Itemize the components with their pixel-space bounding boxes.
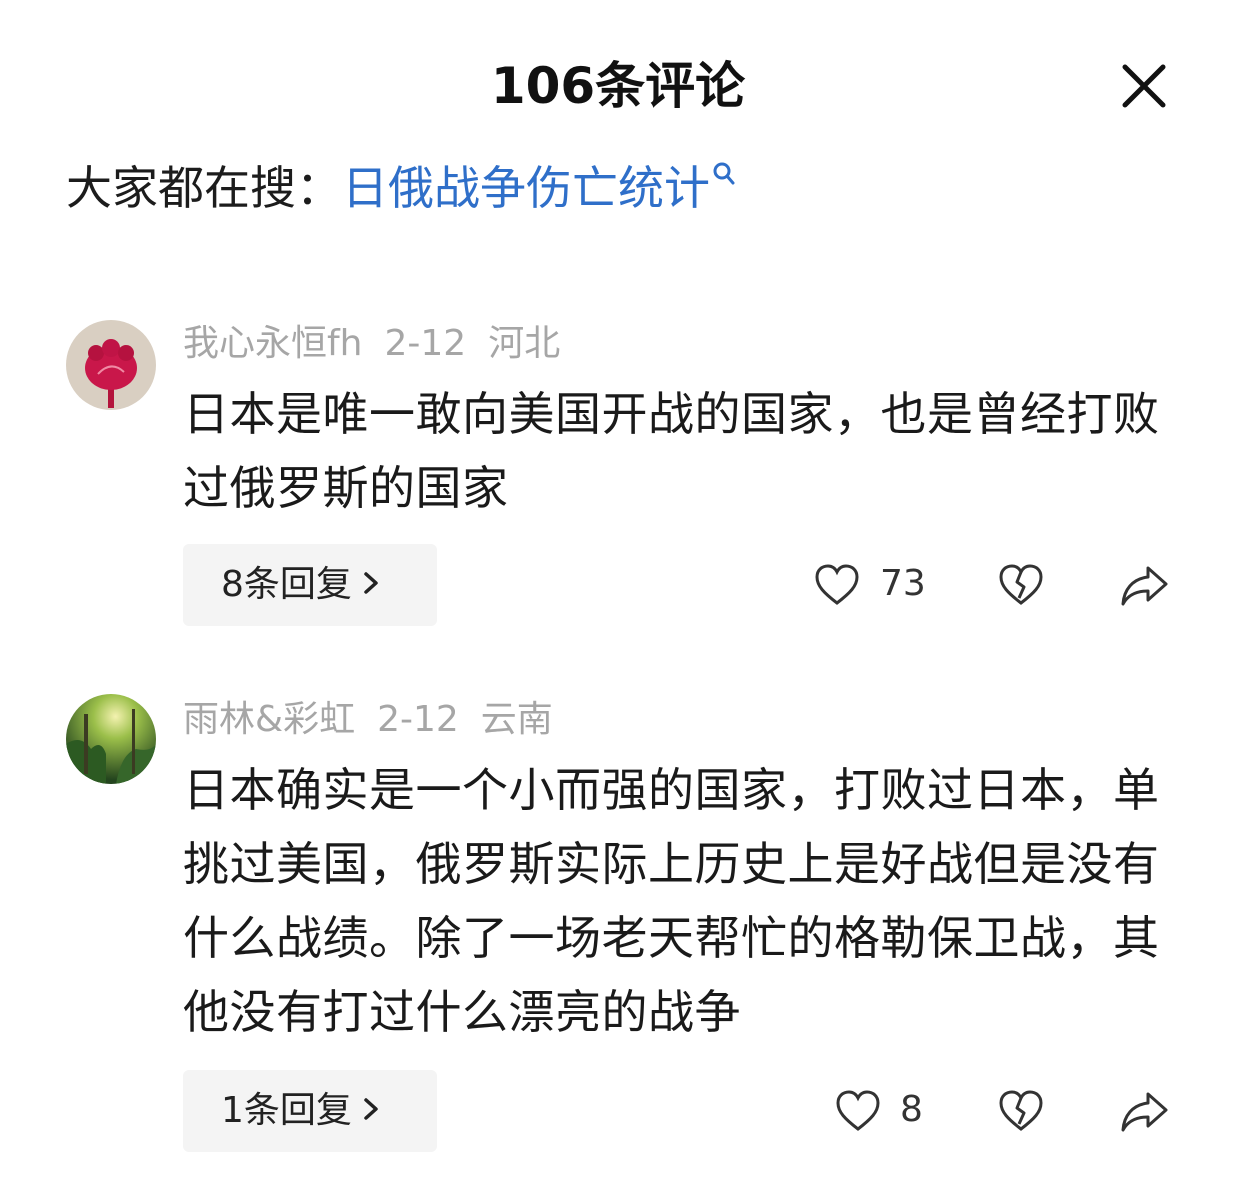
view-replies-button[interactable]: 1条回复 (183, 1070, 437, 1152)
comment-date: 2-12 (384, 323, 467, 364)
comment-meta: 雨林&彩虹 2-12 云南 (183, 695, 575, 745)
like-button[interactable] (814, 562, 860, 608)
dislike-button[interactable] (998, 1088, 1044, 1134)
like-button[interactable] (835, 1088, 881, 1134)
close-button[interactable] (1118, 60, 1170, 112)
hot-search-bar: 大家都在搜：日俄战争伤亡统计 (66, 155, 736, 221)
forest-avatar-icon (66, 694, 156, 784)
hot-search-prefix: 大家都在搜： (66, 161, 342, 215)
dislike-button[interactable] (998, 562, 1044, 608)
chevron-right-icon (362, 1096, 380, 1122)
comment-location: 云南 (480, 699, 553, 740)
comment-date: 2-12 (377, 699, 459, 740)
comment-text: 日本是唯一敢向美国开战的国家，也是曾经打败过俄罗斯的国家 (183, 387, 1160, 515)
comment-location: 河北 (488, 323, 561, 364)
chevron-right-icon (362, 570, 380, 596)
search-icon[interactable] (712, 161, 736, 191)
heart-icon (815, 564, 859, 605)
view-replies-button[interactable]: 8条回复 (183, 544, 437, 626)
hot-search-term-link[interactable]: 日俄战争伤亡统计 (342, 161, 710, 215)
flower-avatar-icon (66, 320, 156, 410)
comment-meta: 我心永恒fh 2-12 河北 (183, 319, 582, 369)
broken-heart-icon (999, 564, 1043, 605)
like-count: 8 (900, 1089, 923, 1130)
share-button[interactable] (1120, 1088, 1170, 1134)
close-icon (1122, 64, 1166, 108)
share-icon (1121, 566, 1168, 606)
heart-icon (836, 1090, 880, 1131)
comment-username[interactable]: 雨林&彩虹 (183, 699, 355, 740)
comment-text: 日本确实是一个小而强的国家，打败过日本，单挑过美国，俄罗斯实际上历史上是好战但是… (183, 763, 1160, 1039)
comment-username[interactable]: 我心永恒fh (183, 323, 363, 364)
avatar[interactable] (66, 694, 156, 784)
replies-label: 8条回复 (221, 564, 352, 605)
page-title: 106条评论 (490, 57, 746, 115)
avatar[interactable] (66, 320, 156, 410)
share-button[interactable] (1120, 562, 1170, 608)
share-icon (1121, 1092, 1168, 1132)
like-count: 73 (880, 563, 926, 604)
replies-label: 1条回复 (221, 1090, 352, 1131)
broken-heart-icon (999, 1090, 1043, 1131)
